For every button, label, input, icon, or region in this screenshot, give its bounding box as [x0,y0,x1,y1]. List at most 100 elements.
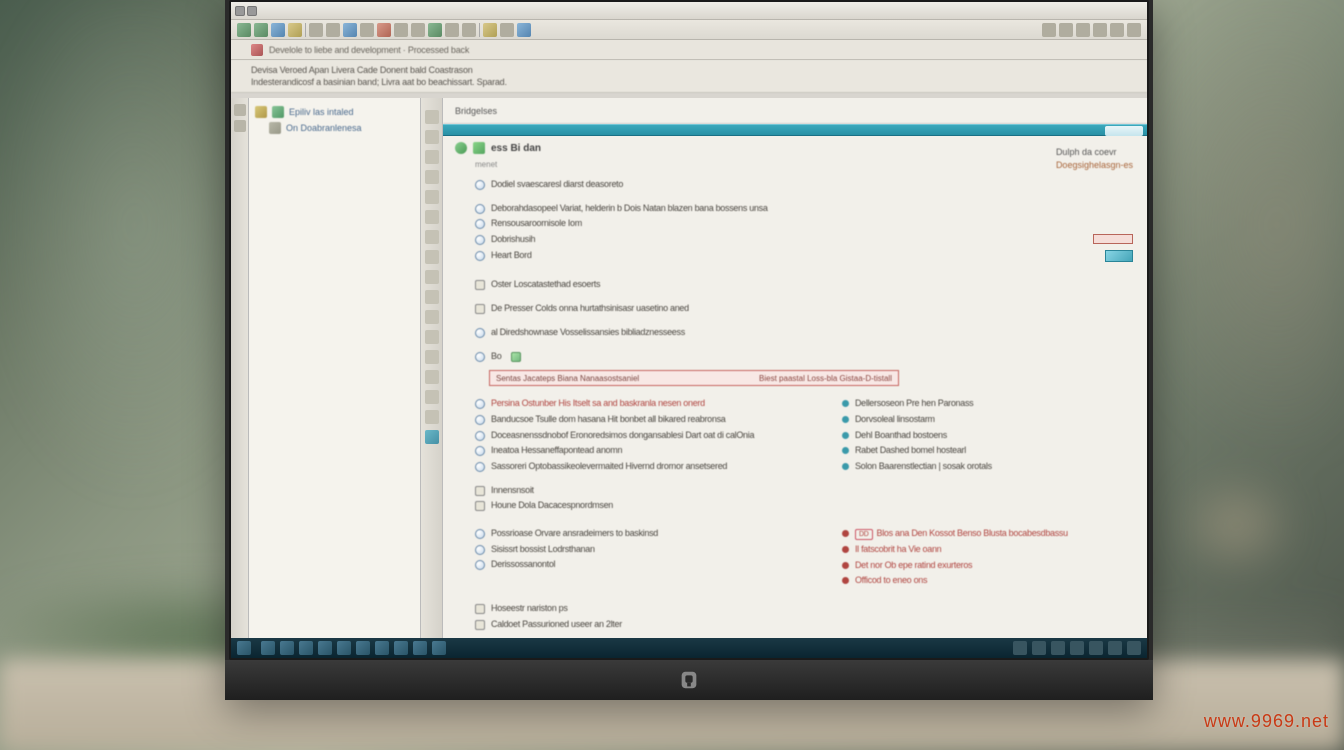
side-item[interactable]: DDBlos ana Den Kossot Benso Blusta bocab… [842,528,1135,540]
gutter-icon[interactable] [425,350,439,364]
gutter-icon[interactable] [425,110,439,124]
tray-icon[interactable] [1051,641,1065,655]
gutter-icon[interactable] [425,310,439,324]
gutter-icon[interactable] [425,250,439,264]
list-item[interactable]: Persina Ostunber His Itselt sa and baskr… [475,398,812,410]
tool-icon[interactable] [483,23,497,37]
list-item[interactable]: Innensnsoit [475,485,1135,497]
tool-icon[interactable] [326,23,340,37]
menu-item[interactable]: Devisa Veroed Apan Livera Cade Donent ba… [251,65,473,75]
list-item[interactable]: Rensousaroornisole Iom [475,218,1135,230]
tool-icon[interactable] [360,23,374,37]
tray-icon[interactable] [1032,641,1046,655]
list-item[interactable]: Bo [475,351,1135,363]
side-item[interactable]: Rabet Dashed bomel hostearl [842,445,1135,457]
list-item[interactable]: Houne Dola Dacacespnordmsen [475,500,1135,512]
tray-icon[interactable] [1070,641,1084,655]
list-item[interactable]: Oster Loscatastethad esoerts [475,279,1135,291]
list-item[interactable]: Dodiel svaescaresl diarst deasoreto [475,179,1135,191]
accent-button[interactable] [1105,126,1143,136]
taskbar-item[interactable] [394,641,408,655]
tool-icon[interactable] [428,23,442,37]
side-item[interactable]: Il fatscobrit ha Vie oann [842,544,1135,556]
list-item[interactable]: Derissossanontol [475,559,812,571]
side-item[interactable]: Det nor Ob epe ratind exurteros [842,560,1135,572]
list-item[interactable]: Possrioase Orvare ansradeimers to baskin… [475,528,812,540]
list-item[interactable]: Sassoreri Optobassikeolevermaited Hivern… [475,461,812,473]
tool-icon[interactable] [394,23,408,37]
list-item[interactable]: Deborahdasopeel Variat, helderin b Dois … [475,203,1135,215]
gutter-icon[interactable] [425,290,439,304]
list-item[interactable]: Sisissrt bossist Lodrsthanan [475,544,812,556]
tab-label[interactable]: Develole to liebe and development · Proc… [269,45,469,55]
header-tab[interactable]: Bridgelses [455,106,497,116]
list-item[interactable]: Caldoet Passurioned useer an 2lter [475,619,1135,631]
tool-icon[interactable] [517,23,531,37]
tool-icon[interactable] [445,23,459,37]
side-item[interactable]: Dellersoseon Pre hen Paronass [842,398,1135,410]
tool-icon[interactable] [500,23,514,37]
list-item[interactable]: Doceasnenssdnobof Eronoredsimos dongansa… [475,430,812,442]
tool-icon[interactable] [309,23,323,37]
taskbar-item[interactable] [337,641,351,655]
tool-icon[interactable] [411,23,425,37]
gutter-icon[interactable] [425,230,439,244]
tool-icon[interactable] [1127,23,1141,37]
list-item[interactable]: Banducsoe Tsulle dom hasana Hit bonbet a… [475,414,812,426]
gutter-icon[interactable] [425,390,439,404]
tray-icon[interactable] [1127,641,1141,655]
gutter-icon[interactable] [425,210,439,224]
list-item[interactable]: Hoseestr nariston ps [475,603,1135,615]
gutter-icon[interactable] [425,170,439,184]
tray-icon[interactable] [1013,641,1027,655]
tray-icon[interactable] [1089,641,1103,655]
list-item[interactable]: Ineatoa Hessaneffapontead anomn [475,445,812,457]
nav-item[interactable]: Epiliv las intaled [255,106,414,118]
taskbar-item[interactable] [299,641,313,655]
tool-icon[interactable] [1076,23,1090,37]
taskbar-item[interactable] [413,641,427,655]
collapse-icon[interactable] [455,142,467,154]
list-item[interactable]: Heart Bord [475,250,1135,262]
nav-item[interactable]: On Doabranlenesa [269,122,414,134]
list-item[interactable]: al Diredshownase Vosselissansies bibliad… [475,327,1135,339]
attachment-icon[interactable] [511,352,521,362]
taskbar-item[interactable] [356,641,370,655]
side-item[interactable]: Dorvsoleal linsostarm [842,414,1135,426]
window-control-icon[interactable] [235,6,245,16]
side-item[interactable]: Solon Baarenstlectian | sosak orotals [842,461,1135,473]
tool-icon[interactable] [343,23,357,37]
gutter-icon[interactable] [425,130,439,144]
gutter-icon[interactable] [234,104,246,116]
taskbar-item[interactable] [318,641,332,655]
window-titlebar[interactable] [231,2,1147,20]
gutter-icon[interactable] [425,190,439,204]
gutter-icon[interactable] [425,410,439,424]
tool-icon[interactable] [1110,23,1124,37]
side-item[interactable]: Officod to eneo ons [842,575,1135,587]
gutter-icon[interactable] [234,120,246,132]
alert-banner[interactable]: Sentas Jacateps Biana Nanaasostsaniel Bi… [489,370,899,386]
gutter-icon[interactable] [425,270,439,284]
taskbar-item[interactable] [261,641,275,655]
list-item[interactable]: De Presser Colds onna hurtathsinisasr ua… [475,303,1135,315]
side-item[interactable]: Dehl Boanthad bostoens [842,430,1135,442]
tool-icon[interactable] [462,23,476,37]
taskbar-item[interactable] [432,641,446,655]
start-icon[interactable] [237,641,251,655]
tool-icon[interactable] [1042,23,1056,37]
window-control-icon[interactable] [247,6,257,16]
tool-icon[interactable] [1093,23,1107,37]
refresh-icon[interactable] [271,23,285,37]
gutter-icon[interactable] [425,370,439,384]
taskbar-item[interactable] [375,641,389,655]
home-icon[interactable] [288,23,302,37]
back-icon[interactable] [237,23,251,37]
forward-icon[interactable] [254,23,268,37]
gutter-icon[interactable] [425,330,439,344]
tool-icon[interactable] [1059,23,1073,37]
gutter-icon[interactable] [425,430,439,444]
tray-icon[interactable] [1108,641,1122,655]
gutter-icon[interactable] [425,150,439,164]
mini-button[interactable] [1105,250,1133,262]
